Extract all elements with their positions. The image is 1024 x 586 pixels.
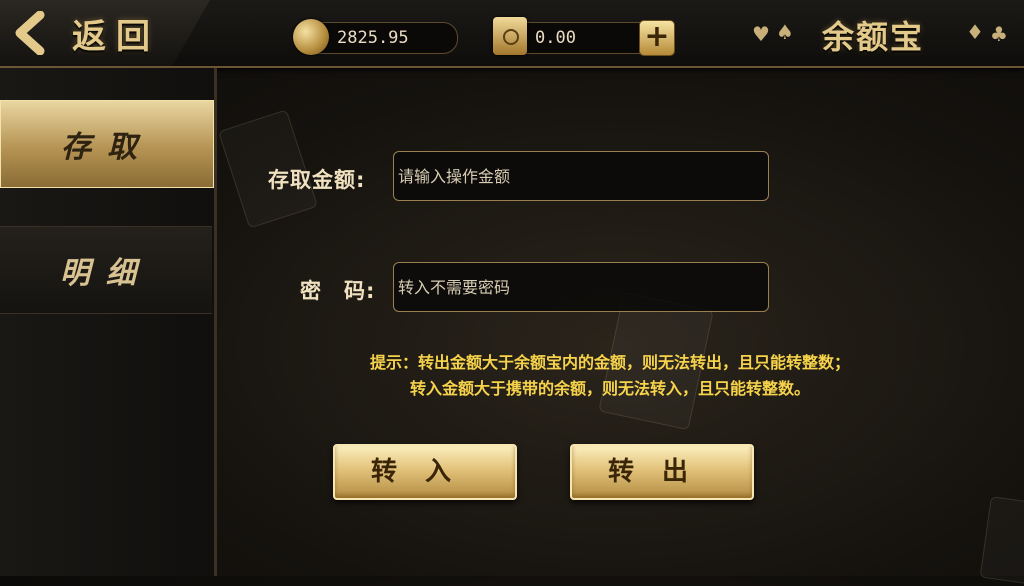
withdraw-button[interactable]: 转出: [570, 444, 754, 500]
spade-icon: ♠: [776, 20, 794, 44]
safe-balance-display: 0.00 +: [493, 17, 675, 56]
amount-input[interactable]: [393, 151, 769, 201]
amount-label: 存取金额:: [268, 168, 366, 192]
sidebar: 存取 明细: [0, 68, 217, 576]
safe-icon: [493, 17, 527, 55]
page-title: 余额宝: [822, 18, 925, 56]
club-icon: ♣: [990, 22, 1008, 46]
password-input[interactable]: [393, 262, 769, 312]
deposit-button[interactable]: 转入: [333, 444, 517, 500]
tab-details[interactable]: 明细: [0, 226, 212, 314]
balance-display: 2825.95: [293, 19, 458, 55]
chevron-left-icon: [15, 11, 45, 55]
password-label: 密 码:: [300, 279, 376, 303]
heart-icon: ♥: [752, 22, 770, 46]
hint-line-2: 转入金额大于携带的余额，则无法转入，且只能转整数。: [409, 379, 810, 398]
diamond-icon: ♦: [966, 20, 984, 44]
coin-icon: [293, 19, 329, 55]
safe-balance-value: 0.00: [535, 28, 576, 48]
balance-value: 2825.95: [337, 28, 409, 48]
back-label: 返回: [72, 16, 160, 57]
add-funds-button[interactable]: +: [639, 20, 675, 56]
hint-line-1: 提示：转出金额大于余额宝内的金额，则无法转出，且只能转整数；: [369, 353, 850, 372]
tab-deposit-withdraw[interactable]: 存取: [0, 100, 214, 188]
back-button[interactable]: 返回: [0, 0, 210, 66]
top-bar: 返回 2825.95 0.00 + ♥ ♠ 余额宝 ♦ ♣: [0, 0, 1024, 68]
background-card-decoration: [979, 496, 1024, 586]
